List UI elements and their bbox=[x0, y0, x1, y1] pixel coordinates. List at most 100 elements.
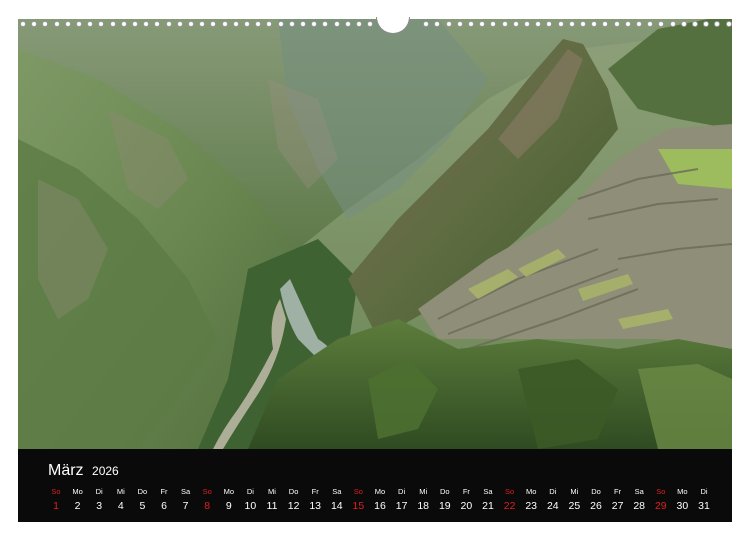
binding-hole-icon bbox=[692, 21, 698, 27]
binding-hole-icon bbox=[367, 21, 374, 27]
calendar-day: Di 3 bbox=[88, 486, 110, 513]
binding-hole-icon bbox=[568, 21, 575, 27]
day-number: 10 bbox=[244, 500, 257, 512]
day-number: 16 bbox=[374, 500, 386, 512]
weekday-label: Do bbox=[288, 487, 299, 496]
weekday-label: Di bbox=[398, 487, 406, 496]
day-number: 17 bbox=[395, 500, 408, 512]
weekday-label: So bbox=[656, 487, 666, 496]
calendar-day: So 22 bbox=[499, 486, 521, 513]
weekday-label: So bbox=[353, 487, 363, 496]
day-number: 7 bbox=[182, 500, 189, 512]
day-number: 9 bbox=[225, 500, 232, 512]
binding-hole-icon bbox=[580, 21, 586, 27]
calendar-day: Fr 6 bbox=[153, 486, 175, 513]
binding-hole-icon bbox=[669, 21, 676, 27]
binding-hole-icon bbox=[468, 21, 474, 27]
year-label: 2026 bbox=[92, 464, 119, 478]
weekday-label: Mo bbox=[223, 487, 234, 496]
day-number: 4 bbox=[117, 500, 124, 512]
binding-hole-icon bbox=[277, 21, 284, 27]
weekday-label: Do bbox=[137, 487, 148, 496]
weekday-label: Fr bbox=[614, 487, 622, 496]
binding-hole-icon bbox=[344, 21, 351, 27]
calendar-day: Mo 9 bbox=[218, 486, 240, 513]
day-number: 26 bbox=[590, 500, 602, 512]
weekday-label: Di bbox=[246, 487, 254, 496]
weekday-label: Mo bbox=[525, 487, 537, 496]
binding-hole-icon bbox=[479, 21, 486, 27]
binding-hole-icon bbox=[154, 21, 161, 27]
landscape-photo bbox=[18, 19, 732, 449]
calendar-day: Fr 20 bbox=[455, 486, 477, 513]
weekday-label: So bbox=[51, 487, 61, 496]
binding-hole-icon bbox=[42, 21, 49, 27]
binding-hole-icon bbox=[244, 21, 250, 27]
calendar-day: Sa 7 bbox=[175, 486, 197, 513]
binding-hole-icon bbox=[434, 21, 441, 27]
binding-hole-icon bbox=[20, 21, 26, 27]
calendar-day: Do 5 bbox=[131, 486, 153, 513]
binding-hole-icon bbox=[165, 21, 172, 27]
day-number: 25 bbox=[568, 500, 581, 512]
binding-hole-icon bbox=[356, 21, 362, 27]
day-number: 28 bbox=[633, 500, 646, 512]
binding-hole-icon bbox=[535, 21, 542, 27]
calendar-day: Mi 18 bbox=[412, 486, 434, 513]
weekday-label: Fr bbox=[462, 487, 470, 496]
calendar-day: So 1 bbox=[45, 486, 67, 513]
binding-hole-icon bbox=[31, 21, 38, 27]
calendar-day: So 29 bbox=[650, 486, 672, 513]
calendar-day: Do 26 bbox=[585, 486, 607, 513]
binding-hole-icon bbox=[456, 21, 463, 27]
weekday-label: So bbox=[202, 487, 212, 496]
binding-hole-icon bbox=[636, 21, 642, 27]
binding-hole-icon bbox=[232, 21, 239, 27]
binding-hole-icon bbox=[266, 21, 273, 27]
binding-hole-icon bbox=[490, 21, 497, 27]
calendar-day: Di 24 bbox=[542, 486, 564, 513]
binding-hole-icon bbox=[288, 21, 295, 27]
weekday-label: Di bbox=[549, 487, 557, 496]
day-number: 8 bbox=[204, 500, 211, 512]
calendar-day: Fr 27 bbox=[607, 486, 629, 513]
binding-hole-icon bbox=[445, 21, 452, 27]
weekday-label: Mi bbox=[419, 487, 428, 496]
binding-hole-icon bbox=[120, 21, 127, 27]
mountain-ruins-photo bbox=[18, 19, 732, 449]
day-number: 27 bbox=[611, 500, 624, 512]
binding-hole-icon bbox=[546, 21, 553, 27]
weekday-label: Do bbox=[440, 487, 450, 496]
calendar-day: Mo 30 bbox=[671, 486, 693, 513]
binding-hole-icon bbox=[524, 21, 530, 27]
binding-hole-icon bbox=[132, 21, 138, 27]
binding-hole-icon bbox=[87, 21, 94, 27]
weekday-label: Mi bbox=[116, 487, 125, 496]
month-name: März bbox=[48, 462, 84, 479]
binding-hole-icon bbox=[109, 21, 116, 27]
day-number: 11 bbox=[266, 500, 278, 512]
weekday-label: Do bbox=[591, 487, 601, 496]
binding-hole-icon bbox=[199, 21, 206, 27]
calendar-day: Sa 28 bbox=[628, 486, 650, 513]
weekday-label: Sa bbox=[181, 487, 191, 496]
binding-hole-icon bbox=[658, 21, 665, 27]
weekday-label: Mo bbox=[677, 487, 688, 496]
weekday-label: Sa bbox=[332, 487, 342, 496]
binding-hole-icon bbox=[64, 21, 71, 27]
calendar-day: Mi 25 bbox=[563, 486, 585, 513]
calendar-day: Mo 2 bbox=[67, 486, 89, 513]
weekday-label: Mi bbox=[570, 487, 579, 496]
binding-hole-icon bbox=[613, 21, 620, 27]
weekday-label: Fr bbox=[160, 487, 168, 496]
weekday-label: Sa bbox=[483, 487, 493, 496]
day-number: 20 bbox=[460, 500, 473, 512]
binding-hole-icon bbox=[333, 21, 340, 27]
calendar-day: Di 31 bbox=[693, 486, 715, 513]
day-number: 30 bbox=[676, 500, 689, 512]
calendar-page: März 2026 So 1 Mo 2 Di 3 Mi 4 Do 5 Fr 6 Sa 7 So 8 Mo 9 Di 1… bbox=[0, 0, 750, 540]
calendar-day: Mo 23 bbox=[520, 486, 542, 513]
day-number: 29 bbox=[654, 500, 667, 512]
day-number: 15 bbox=[352, 500, 365, 512]
weekday-label: Mo bbox=[72, 487, 83, 496]
